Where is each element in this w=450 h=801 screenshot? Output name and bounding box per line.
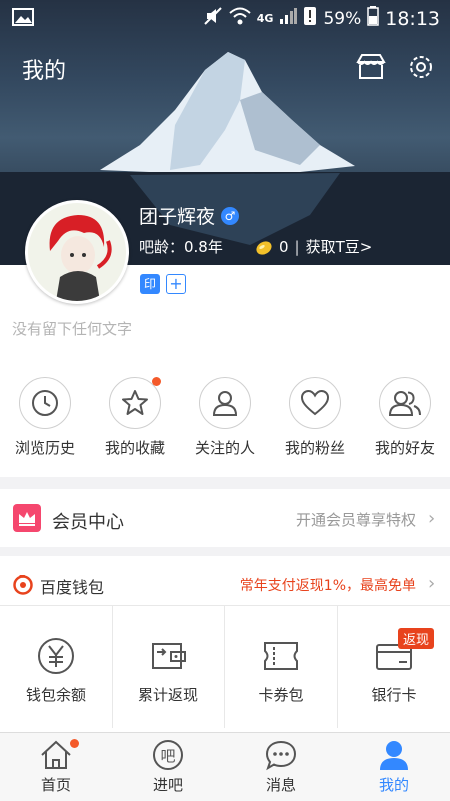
crown-icon (13, 504, 41, 536)
wallet-promo[interactable]: 常年支付返现1%，最高免单 (240, 575, 416, 595)
cashback-tag: 返现 (398, 628, 435, 649)
quick-action-friends[interactable]: 我的好友 (360, 377, 450, 458)
seal-badge[interactable]: 印 (140, 274, 160, 294)
user-name: 团子辉夜 (139, 206, 216, 228)
ticket-icon (264, 642, 298, 670)
tdou-count: 0 (279, 237, 289, 256)
chevron-right-icon: › (428, 508, 436, 529)
wallet-bank-card[interactable]: 银行卡 返现 (338, 606, 450, 728)
message-icon (265, 740, 297, 771)
quick-action-label: 关注的人 (194, 439, 255, 457)
chevron-right-icon: › (428, 573, 436, 594)
new-dot (152, 377, 161, 386)
wallet-item-label: 累计返现 (137, 686, 198, 704)
clock-icon (32, 390, 58, 416)
tdou-divider: | (294, 237, 300, 256)
quick-action-following[interactable]: 关注的人 (180, 377, 270, 458)
quick-action-history[interactable]: 浏览历史 (0, 377, 90, 458)
store-button[interactable] (354, 50, 388, 84)
tdou-bean-icon (256, 240, 272, 255)
network-type: 4G (256, 12, 274, 25)
tab-me[interactable]: 我的 (338, 733, 450, 801)
tab-label: 首页 (40, 776, 71, 794)
wallet-cashback[interactable]: 累计返现 (112, 606, 224, 728)
signature[interactable]: 没有留下任何文字 (12, 318, 132, 339)
quick-action-label: 浏览历史 (14, 439, 75, 457)
quick-action-fans[interactable]: 我的粉丝 (270, 377, 360, 458)
wallet-coupons[interactable]: 卡券包 (225, 606, 337, 728)
bottom-tab-bar: 首页 吧 进吧 消息 我的 (0, 732, 450, 801)
clock: 18:13 (385, 7, 440, 30)
store-icon (356, 54, 386, 79)
home-icon (41, 740, 71, 769)
quick-action-label: 我的好友 (374, 439, 435, 457)
wallet-item-label: 钱包余额 (25, 686, 86, 704)
mute-icon (203, 6, 223, 31)
forum-age: 吧龄：0.8年 (139, 238, 223, 256)
heart-icon (300, 389, 330, 416)
wifi-icon (229, 7, 251, 30)
gear-icon (410, 56, 432, 78)
tab-label: 消息 (265, 776, 296, 794)
vip-title: 会员中心 (52, 512, 124, 533)
tab-label: 我的 (378, 776, 409, 794)
me-icon (380, 741, 408, 770)
yuan-icon (38, 638, 74, 674)
battery-percent: 59% (323, 8, 362, 29)
wallet-item-label: 银行卡 (371, 686, 417, 704)
male-gender-icon: ♂ (221, 206, 240, 225)
signal-icon (279, 7, 298, 30)
battery-icon (367, 6, 379, 31)
quick-action-label: 我的收藏 (104, 439, 165, 457)
tab-enter-ba[interactable]: 吧 进吧 (112, 733, 224, 801)
vip-subtitle: 开通会员尊享特权 (295, 511, 416, 529)
tab-messages[interactable]: 消息 (225, 733, 337, 801)
person-icon (212, 391, 238, 416)
friends-icon (389, 391, 421, 416)
star-icon (122, 390, 148, 415)
page-title: 我的 (22, 59, 67, 84)
avatar[interactable] (25, 200, 129, 304)
alert-icon (303, 6, 317, 31)
wallet-balance[interactable]: 钱包余额 (0, 606, 112, 728)
add-badge-button[interactable]: + (166, 274, 186, 294)
get-tdou-label: 获取T豆> (305, 238, 373, 256)
wallet-item-label: 卡券包 (258, 686, 304, 704)
svg-text:吧: 吧 (160, 747, 175, 765)
tab-label: 进吧 (152, 776, 183, 794)
quick-action-label: 我的粉丝 (284, 439, 345, 457)
tab-home[interactable]: 首页 (0, 733, 112, 801)
gallery-icon (12, 8, 34, 31)
status-bar: 4G 59% 18:13 (0, 0, 450, 36)
tdou-link[interactable]: 0 | 获取T豆> (255, 236, 372, 257)
ba-icon: 吧 (153, 740, 183, 770)
quick-action-favorites[interactable]: 我的收藏 (90, 377, 180, 458)
new-dot (70, 739, 79, 748)
wallet-title: 百度钱包 (40, 578, 105, 597)
settings-button[interactable] (404, 50, 438, 84)
baidu-wallet-logo-icon (12, 573, 34, 599)
wallet-icon (152, 643, 186, 669)
avatar-image (28, 203, 126, 301)
